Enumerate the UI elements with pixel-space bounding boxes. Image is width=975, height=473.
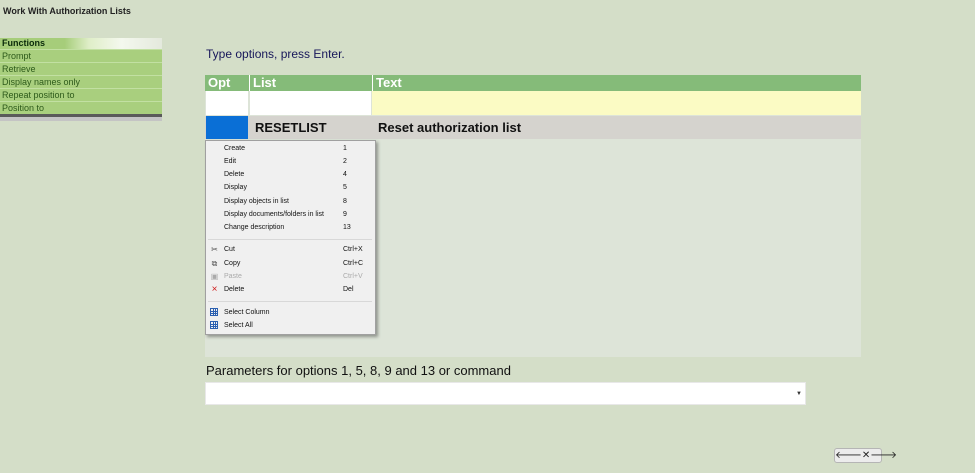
menu-item-shortcut: Ctrl+V bbox=[343, 273, 363, 280]
menu-item-create[interactable]: Create 1 bbox=[206, 143, 375, 155]
menu-item-delete-option[interactable]: Delete 4 bbox=[206, 169, 375, 181]
column-header-list[interactable]: List bbox=[249, 75, 372, 91]
functions-footer bbox=[0, 117, 162, 121]
close-icon[interactable]: ✕ bbox=[862, 449, 870, 462]
menu-item-label: Delete bbox=[224, 171, 245, 178]
menu-item-label: Delete bbox=[224, 286, 245, 293]
menu-item-label: Edit bbox=[224, 158, 237, 165]
menu-item-shortcut: 1 bbox=[343, 145, 347, 152]
menu-item-shortcut: 2 bbox=[343, 158, 347, 165]
context-menu: Create 1 Edit 2 Delete 4 Display 5 Displ… bbox=[205, 140, 376, 335]
instructions-text: Type options, press Enter. bbox=[206, 47, 345, 61]
navigation-controls: 🡐 ✕ 🡒 bbox=[834, 448, 897, 463]
row-list-cell[interactable]: RESETLIST bbox=[249, 116, 372, 139]
menu-item-label: Paste bbox=[224, 273, 242, 280]
menu-separator bbox=[208, 301, 372, 302]
menu-item-display[interactable]: Display 5 bbox=[206, 182, 375, 194]
paste-icon: ▣ bbox=[210, 272, 219, 281]
row-opt-cell[interactable] bbox=[206, 116, 248, 139]
menu-item-cut[interactable]: ✂ Cut Ctrl+X bbox=[206, 244, 375, 256]
menu-item-label: Cut bbox=[224, 246, 235, 253]
grid-icon bbox=[210, 321, 219, 330]
menu-item-label: Display documents/folders in list bbox=[224, 211, 324, 218]
menu-item-label: Select Column bbox=[224, 309, 270, 316]
menu-item-edit[interactable]: Edit 2 bbox=[206, 156, 375, 168]
filter-opt-input[interactable] bbox=[206, 91, 248, 115]
menu-item-display-documents[interactable]: Display documents/folders in list 9 bbox=[206, 209, 375, 221]
function-repeat-position-to[interactable]: Repeat position to bbox=[0, 88, 162, 101]
menu-item-label: Display objects in list bbox=[224, 198, 289, 205]
menu-item-shortcut: 9 bbox=[343, 211, 347, 218]
menu-item-copy[interactable]: ⧉ Copy Ctrl+C bbox=[206, 258, 375, 270]
menu-item-label: Display bbox=[224, 184, 247, 191]
menu-item-shortcut: 4 bbox=[343, 171, 347, 178]
functions-header: Functions bbox=[0, 38, 162, 49]
grid-icon bbox=[210, 308, 219, 317]
menu-item-select-column[interactable]: Select Column bbox=[206, 307, 375, 319]
copy-icon: ⧉ bbox=[211, 259, 218, 268]
function-retrieve[interactable]: Retrieve bbox=[0, 62, 162, 75]
function-position-to[interactable]: Position to bbox=[0, 101, 162, 114]
function-display-names-only[interactable]: Display names only bbox=[0, 75, 162, 88]
window-title: Work With Authorization Lists bbox=[3, 6, 131, 16]
menu-item-label: Change description bbox=[224, 224, 285, 231]
menu-item-paste[interactable]: ▣ Paste Ctrl+V bbox=[206, 271, 375, 283]
params-command-input[interactable]: ▼ bbox=[205, 382, 806, 405]
delete-icon: × bbox=[211, 284, 218, 295]
params-label: Parameters for options 1, 5, 8, 9 and 13… bbox=[206, 363, 511, 378]
menu-item-label: Create bbox=[224, 145, 246, 152]
back-arrow-icon[interactable]: 🡐 bbox=[835, 449, 862, 462]
filter-text-input[interactable] bbox=[372, 91, 861, 115]
menu-item-shortcut: 8 bbox=[343, 198, 347, 205]
column-header-text[interactable]: Text bbox=[372, 75, 861, 91]
menu-separator bbox=[208, 239, 372, 240]
forward-arrow-icon[interactable]: 🡒 bbox=[870, 449, 897, 462]
menu-item-shortcut: Del bbox=[343, 286, 354, 293]
function-prompt[interactable]: Prompt bbox=[0, 49, 162, 62]
functions-panel: Functions Prompt Retrieve Display names … bbox=[0, 38, 162, 121]
menu-item-delete[interactable]: × Delete Del bbox=[206, 284, 375, 296]
menu-item-display-objects[interactable]: Display objects in list 8 bbox=[206, 196, 375, 208]
menu-item-select-all[interactable]: Select All bbox=[206, 320, 375, 332]
column-header-opt[interactable]: Opt bbox=[205, 75, 249, 91]
menu-item-label: Select All bbox=[224, 322, 253, 329]
dropdown-caret-icon[interactable]: ▼ bbox=[796, 391, 802, 397]
menu-item-shortcut: 13 bbox=[343, 224, 351, 231]
filter-list-input[interactable] bbox=[249, 91, 371, 115]
menu-item-shortcut: Ctrl+X bbox=[343, 246, 363, 253]
menu-item-shortcut: Ctrl+C bbox=[343, 260, 364, 267]
row-text-cell[interactable]: Reset authorization list bbox=[372, 116, 861, 139]
scissors-icon: ✂ bbox=[211, 245, 218, 254]
menu-item-shortcut: 5 bbox=[343, 184, 347, 191]
menu-item-label: Copy bbox=[224, 260, 241, 267]
menu-item-change-description[interactable]: Change description 13 bbox=[206, 222, 375, 234]
